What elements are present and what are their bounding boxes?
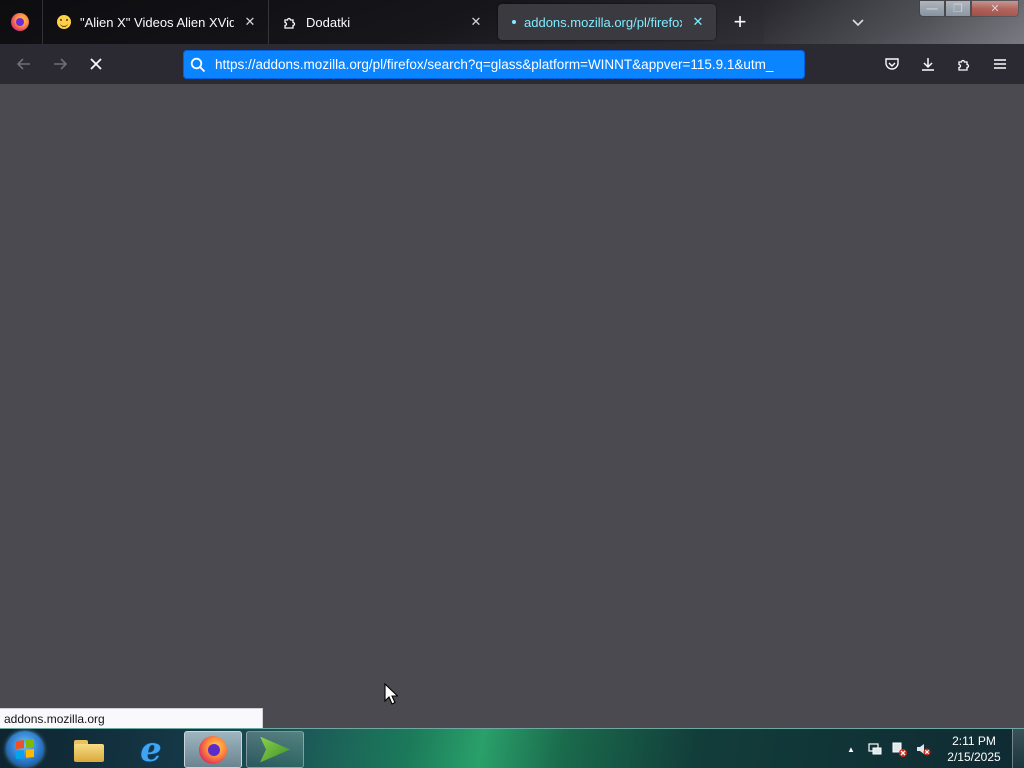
stop-icon [90,58,102,70]
url-bar[interactable] [183,50,805,79]
list-all-tabs-button[interactable] [844,8,872,36]
close-window-button[interactable]: ✕ [971,0,1019,17]
start-button[interactable] [6,731,44,767]
action-center-icon[interactable] [864,738,886,760]
tray-expand-button[interactable]: ▲ [840,738,862,760]
tab-separator [42,0,43,44]
tab-title: Dodatki [306,14,351,30]
stop-loading-button[interactable] [82,50,110,78]
pocket-button[interactable] [878,50,906,78]
forward-arrow-icon [54,58,68,70]
page-content-area[interactable] [0,84,1024,728]
maximize-button[interactable]: ❐ [945,0,971,17]
tab-dodatki[interactable]: Dodatki ✕ [272,4,494,40]
status-panel: addons.mozilla.org [0,708,263,728]
taskbar-green-app[interactable] [246,731,304,768]
back-arrow-icon [16,58,30,70]
tab-close-icon[interactable]: ✕ [690,14,706,30]
pocket-icon [885,58,899,70]
puzzle-icon [958,59,970,71]
tab-title: "Alien X" Videos Alien XVideos [80,14,234,30]
firefox-view-button[interactable] [6,8,34,36]
chevron-down-icon [852,19,864,27]
tab-close-icon[interactable]: ✕ [242,14,258,30]
tab-addons-search[interactable]: addons.mozilla.org/pl/firefox/search/?q=… [498,4,716,40]
smiley-icon [56,14,72,30]
window-controls: — ❐ ✕ [919,0,1019,18]
tab-title: addons.mozilla.org/pl/firefox/search/?q=… [524,14,682,30]
download-icon [922,58,934,71]
taskbar-internet-explorer[interactable]: e [122,731,180,768]
clock-date: 2/15/2025 [947,750,1001,764]
hamburger-menu-icon [994,59,1006,69]
firefox-icon [11,13,29,31]
windows-logo-icon [16,739,34,759]
mouse-cursor-icon [384,682,399,710]
forward-button[interactable] [46,50,74,78]
volume-muted-icon[interactable] [912,738,934,760]
puzzle-icon [282,14,298,30]
network-error-icon[interactable] [888,738,910,760]
windows-taskbar: e ▲ 2:11 PM 2/15/2025 [0,728,1024,768]
navigation-toolbar [0,44,1024,84]
green-arrow-icon [260,736,290,763]
new-tab-button[interactable]: + [726,8,754,36]
tab-close-icon[interactable]: ✕ [468,14,484,30]
app-menu-button[interactable] [986,50,1014,78]
firefox-icon [199,735,227,764]
extensions-button[interactable] [950,50,978,78]
show-desktop-button[interactable] [1012,729,1024,768]
url-input[interactable] [213,50,805,79]
search-icon [183,57,213,73]
ie-icon: e [140,729,162,768]
tab-separator [268,0,269,44]
tab-strip: "Alien X" Videos Alien XVideos ✕ Dodatki… [0,0,1024,44]
downloads-button[interactable] [914,50,942,78]
clock-time: 2:11 PM [952,734,996,748]
tab-alien-x-videos[interactable]: "Alien X" Videos Alien XVideos ✕ [46,4,268,40]
back-button[interactable] [10,50,38,78]
taskbar-explorer[interactable] [60,731,118,768]
minimize-button[interactable]: — [919,0,945,17]
system-tray: ▲ [840,729,936,768]
folder-icon [74,738,104,762]
taskbar-firefox[interactable] [184,731,242,768]
taskbar-clock[interactable]: 2:11 PM 2/15/2025 [938,733,1010,765]
loading-dot-icon [508,14,520,30]
